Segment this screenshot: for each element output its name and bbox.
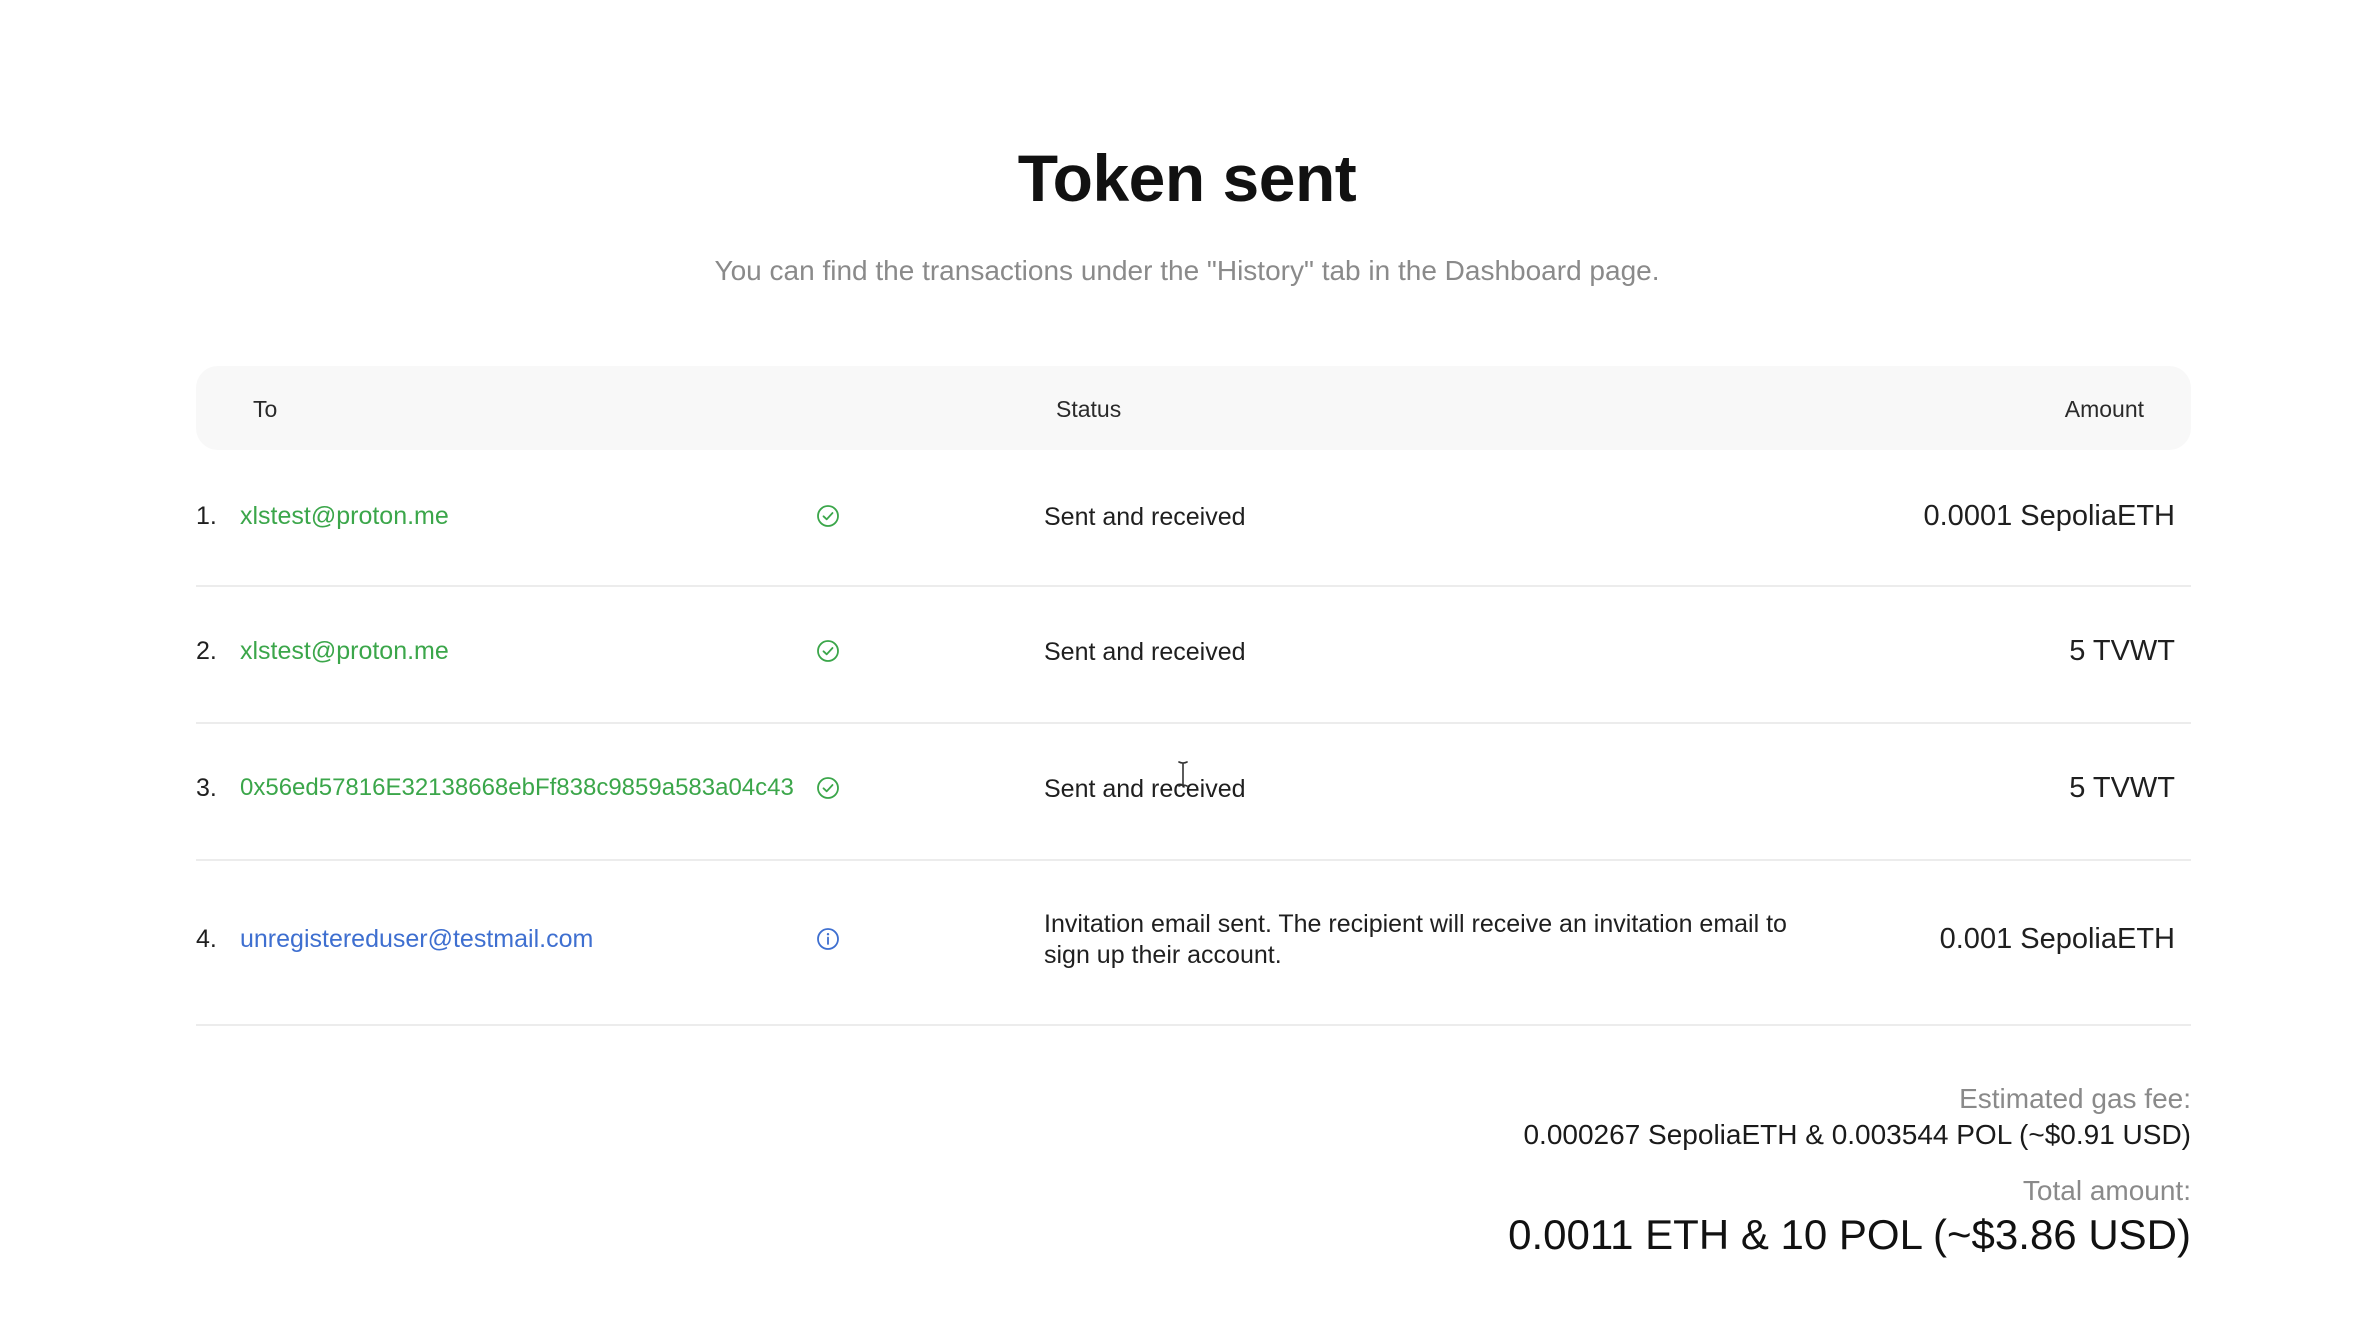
recipient-address: 0x56ed57816E32138668ebFf838c9859a583a04c…: [240, 774, 794, 801]
column-header-status: Status: [1056, 396, 1122, 422]
row-number: 4.: [196, 925, 217, 953]
check-circle-icon: [817, 777, 839, 799]
row-number: 1.: [196, 502, 217, 530]
column-header-to: To: [253, 396, 278, 422]
gas-fee-value: 0.000267 SepoliaETH & 0.003544 POL (~$0.…: [1523, 1119, 2191, 1150]
table-row: 2. xlstest@proton.me Sent and received 5…: [196, 587, 2191, 724]
page-subtitle: You can find the transactions under the …: [714, 255, 1660, 286]
recipient-email: xlstest@proton.me: [240, 637, 449, 665]
row-number: 3.: [196, 774, 217, 802]
row-number: 2.: [196, 637, 217, 665]
check-circle-icon: [817, 640, 839, 662]
info-circle-icon: [817, 928, 839, 950]
status-text: Sent and received: [1044, 638, 1246, 666]
table-header: To Status Amount: [196, 366, 2191, 450]
column-header-amount: Amount: [2064, 396, 2144, 422]
recipient-email: xlstest@proton.me: [240, 502, 449, 530]
gas-fee-label: Estimated gas fee:: [1959, 1083, 2191, 1114]
text-cursor-icon: [1178, 761, 1188, 787]
status-text: Sent and received: [1044, 775, 1246, 803]
table-row: 3. 0x56ed57816E32138668ebFf838c9859a583a…: [196, 724, 2191, 861]
page-title: Token sent: [1017, 141, 1357, 215]
amount-value: 5 TVWT: [2069, 635, 2175, 667]
total-amount-value: 0.0011 ETH & 10 POL (~$3.86 USD): [1508, 1211, 2191, 1258]
recipient-email: unregistereduser@testmail.com: [240, 925, 594, 953]
amount-value: 0.001 SepoliaETH: [1939, 923, 2175, 955]
amount-value: 0.0001 SepoliaETH: [1923, 500, 2176, 532]
table-row: 4. unregistereduser@testmail.com Invitat…: [196, 861, 2191, 1026]
check-circle-icon: [817, 505, 839, 527]
total-amount-label: Total amount:: [2022, 1175, 2191, 1206]
status-text: Sent and received: [1044, 503, 1246, 531]
transactions-table: To Status Amount 1. xlstest@proton.me Se…: [196, 366, 2191, 1026]
summary-panel: Estimated gas fee: 0.000267 SepoliaETH &…: [1508, 1083, 2191, 1259]
table-row: 1. xlstest@proton.me Sent and received 0…: [196, 450, 2191, 587]
amount-value: 5 TVWT: [2069, 772, 2175, 804]
status-text: Invitation email sent. The recipient wil…: [1044, 910, 1787, 969]
